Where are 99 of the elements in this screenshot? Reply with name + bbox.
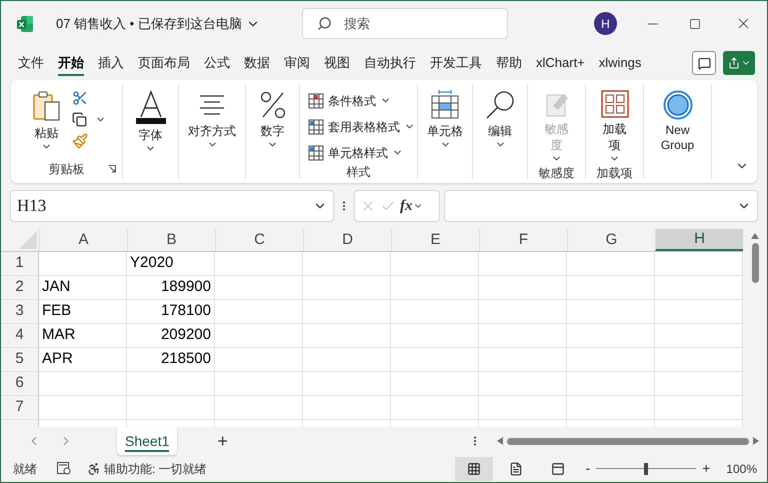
add-ins-button[interactable]: 加载项 (596, 88, 632, 164)
font-icon (134, 90, 168, 124)
formula-input[interactable] (444, 190, 758, 222)
grid-cell[interactable]: 178100 (127, 300, 215, 323)
ribbon-tab[interactable]: 审阅 (277, 48, 317, 78)
view-button[interactable] (455, 456, 494, 480)
column-header[interactable]: E (391, 229, 479, 251)
ribbon-tab[interactable]: 文件 (11, 48, 51, 78)
ribbon-tab[interactable]: 开发工具 (423, 48, 489, 78)
grid-cell[interactable]: 218500 (127, 348, 215, 371)
cut-icon[interactable] (72, 90, 88, 106)
column-header[interactable]: F (479, 229, 567, 251)
alignment-button[interactable]: 对齐方式 (184, 88, 240, 150)
ribbon-tab[interactable]: 公式 (197, 48, 237, 78)
grid-cell[interactable]: Y2020 (127, 252, 215, 275)
add-sheet-button[interactable]: + (217, 428, 228, 454)
number-button[interactable]: 数字 (254, 88, 292, 150)
new-group-button[interactable]: New Group (656, 88, 700, 153)
ribbon-tab[interactable]: xlChart+ (529, 48, 592, 78)
group-label: 剪贴板 (48, 161, 84, 178)
column-header[interactable]: B (127, 229, 215, 251)
grid-cell[interactable]: FEB (39, 300, 127, 323)
zoom-level[interactable]: 100% (726, 460, 757, 478)
format-painter-icon[interactable] (72, 133, 88, 149)
scroll-left-icon[interactable] (497, 437, 503, 445)
ribbon-tab[interactable]: 数据 (237, 48, 277, 78)
scroll-thumb[interactable] (752, 243, 758, 283)
user-avatar[interactable]: H (594, 12, 617, 35)
ribbon-tab[interactable]: 帮助 (489, 48, 529, 78)
table-style-icon (308, 144, 324, 160)
editing-button[interactable]: 编辑 (481, 88, 519, 150)
font-button[interactable]: 字体 (130, 88, 172, 154)
sheet-tab[interactable]: Sheet1 (117, 427, 178, 455)
ribbon-tab[interactable]: xlwings (592, 48, 648, 78)
grid-cell[interactable]: 209200 (127, 324, 215, 347)
grid-cell[interactable]: JAN (39, 276, 127, 299)
search-icon (316, 16, 332, 31)
row-header[interactable]: 5 (1, 348, 39, 371)
style-menu-button[interactable]: 单元格样式 (308, 142, 417, 163)
paste-button[interactable]: 粘贴 (28, 88, 66, 152)
excel-logo-icon (16, 14, 34, 32)
view-icon (509, 462, 524, 476)
copy-icon[interactable] (72, 112, 86, 127)
group-label: 敏感度 (538, 165, 574, 182)
grid-cell[interactable]: APR (39, 348, 127, 371)
ribbon-tab[interactable]: 插入 (91, 48, 131, 78)
insert-function-button[interactable]: fx (400, 194, 422, 218)
view-icon (551, 462, 566, 476)
row-header[interactable]: 1 (1, 252, 39, 275)
column-header[interactable]: C (215, 229, 303, 251)
share-button[interactable] (723, 51, 755, 75)
ribbon-tab[interactable]: 自动执行 (357, 48, 423, 78)
grid-cell[interactable]: 189900 (127, 276, 215, 299)
column-header[interactable]: A (39, 229, 127, 251)
dialog-launcher-icon[interactable] (108, 165, 116, 173)
group-label: 样式 (346, 164, 370, 181)
add-ins-grid-icon (600, 90, 628, 118)
ribbon-tab[interactable]: 页面布局 (131, 48, 197, 78)
style-menu-button[interactable]: 条件格式 (308, 90, 417, 111)
status-ready: 就绪 (13, 460, 37, 478)
search-field[interactable]: 搜索 (302, 8, 508, 39)
accessibility-icon (87, 462, 101, 476)
table-style-icon (308, 92, 324, 108)
zoom-thumb[interactable] (644, 462, 648, 474)
column-header[interactable]: H (655, 229, 743, 251)
row-header[interactable]: 2 (1, 276, 39, 299)
accessibility-status[interactable]: 辅助功能: 一切就绪 (87, 460, 207, 478)
horizontal-scrollbar[interactable] (497, 434, 759, 448)
column-header[interactable]: D (303, 229, 391, 251)
comments-button[interactable] (692, 51, 716, 75)
scroll-right-icon[interactable] (753, 437, 759, 445)
clipboard-icon (32, 90, 62, 122)
ribbon-tab[interactable]: 开始 (51, 48, 91, 78)
circle-icon (662, 90, 692, 120)
table-style-icon (308, 118, 324, 134)
view-icon (467, 462, 482, 476)
zoom-slider[interactable] (596, 462, 696, 476)
magnifier-icon (485, 90, 515, 120)
row-header[interactable]: 4 (1, 324, 39, 347)
row-header[interactable]: 6 (1, 372, 39, 395)
select-all-icon[interactable] (19, 231, 37, 249)
ribbon-tab[interactable]: 视图 (317, 48, 357, 78)
row-header[interactable]: 7 (1, 396, 39, 419)
maximize-icon[interactable] (689, 18, 701, 30)
group-label: 加载项 (596, 165, 632, 182)
style-menu-button[interactable]: 套用表格格式 (308, 116, 417, 137)
zoom-in-button[interactable]: + (702, 458, 710, 479)
cells-icon (430, 90, 460, 120)
document-title[interactable]: 07 销售收入 • 已保存到这台电脑 (56, 14, 260, 34)
name-box[interactable]: H13 (10, 190, 334, 222)
comment-icon (698, 56, 710, 70)
zoom-out-button[interactable]: - (585, 458, 590, 479)
macro-recording-icon[interactable] (57, 462, 71, 475)
cells-button[interactable]: 单元格 (423, 88, 467, 150)
grid-cell[interactable]: MAR (39, 324, 127, 347)
share-icon (728, 57, 740, 69)
scroll-up-icon[interactable] (751, 233, 759, 239)
row-header[interactable]: 3 (1, 300, 39, 323)
scroll-thumb[interactable] (507, 438, 749, 444)
